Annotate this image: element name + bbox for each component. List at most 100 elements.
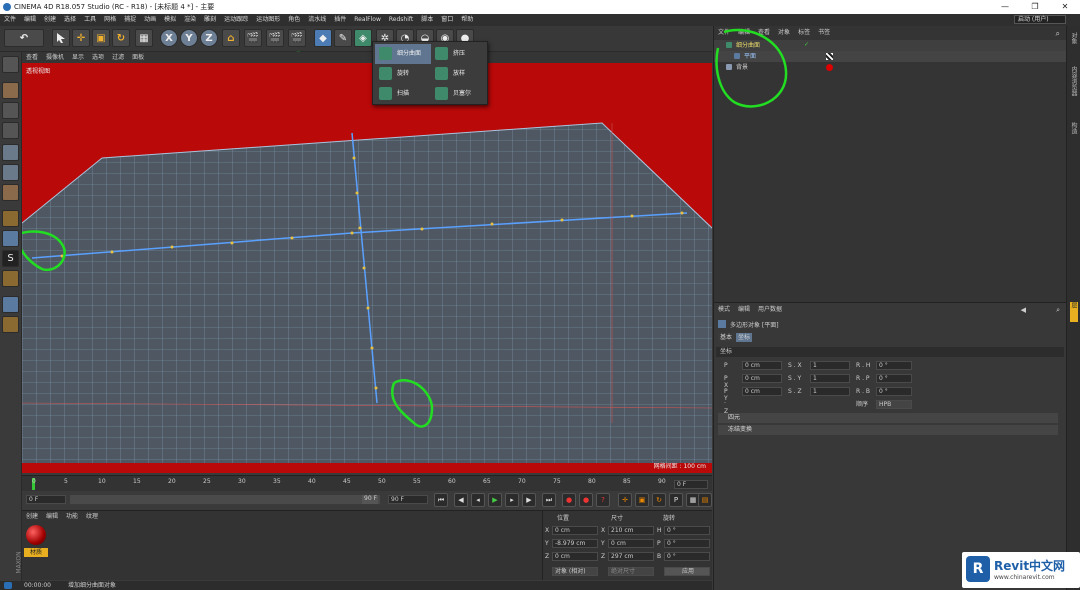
minimize-button[interactable]: — xyxy=(990,0,1020,14)
menu-help[interactable]: 帮助 xyxy=(457,14,477,26)
menu-animate[interactable]: 动画 xyxy=(140,14,160,26)
menu-script[interactable]: 脚本 xyxy=(417,14,437,26)
points-mode-icon[interactable] xyxy=(2,144,19,161)
rotate-icon[interactable]: ↻ xyxy=(112,29,130,47)
close-button[interactable]: ✕ xyxy=(1050,0,1080,14)
undo-button[interactable]: ↶ xyxy=(4,29,44,47)
attr-search-icon[interactable]: ⌕ xyxy=(1056,306,1060,315)
obj-menu-tags[interactable]: 标签 xyxy=(794,26,814,40)
record-keys-icon[interactable]: ● xyxy=(562,493,576,507)
bezier-item[interactable]: 贝塞尔 xyxy=(431,84,487,104)
vp-menu-view[interactable]: 查看 xyxy=(22,52,42,63)
material-tag-icon[interactable] xyxy=(826,64,833,71)
menu-render[interactable]: 渲染 xyxy=(180,14,200,26)
render-picture-viewer-icon[interactable]: 🎬 xyxy=(266,29,284,47)
tab-objects[interactable]: 对象 xyxy=(1070,32,1078,62)
tab-content-browser[interactable]: 内容浏览器 xyxy=(1070,66,1078,116)
menu-character[interactable]: 角色 xyxy=(284,14,304,26)
scale-icon[interactable]: ▣ xyxy=(92,29,110,47)
pen-spline-icon[interactable]: ✎ xyxy=(334,29,352,47)
play-icon[interactable]: ▶ xyxy=(488,493,502,507)
attr-s-y[interactable]: 1 xyxy=(810,374,850,383)
menu-file[interactable]: 文件 xyxy=(0,14,20,26)
polygons-mode-icon[interactable] xyxy=(2,184,19,201)
collapsed-quaternion[interactable]: 四元 xyxy=(718,413,1058,423)
key-position-icon[interactable]: ✛ xyxy=(618,493,632,507)
attr-order-select[interactable]: HPB xyxy=(876,400,912,409)
enable-axis-icon[interactable] xyxy=(2,210,19,227)
render-view-icon[interactable]: 🎬 xyxy=(244,29,262,47)
snap-icon[interactable]: S xyxy=(2,250,19,267)
menu-mesh[interactable]: 网格 xyxy=(100,14,120,26)
coord-size-mode-select[interactable]: 绝对尺寸 xyxy=(608,567,654,576)
tab-basic[interactable]: 基本 xyxy=(718,333,734,342)
recent-tools-icon[interactable]: ▦ xyxy=(135,29,153,47)
object-manager-search-icon[interactable]: ⌕ xyxy=(1056,29,1060,39)
go-to-end-icon[interactable]: ⏭ xyxy=(542,493,556,507)
make-editable-icon[interactable] xyxy=(2,56,19,73)
menu-snap[interactable]: 捕捉 xyxy=(120,14,140,26)
attr-p-z[interactable]: 0 cm xyxy=(742,387,782,396)
vp-menu-options[interactable]: 选项 xyxy=(88,52,108,63)
menu-tools[interactable]: 工具 xyxy=(80,14,100,26)
coord-size-x[interactable]: 210 cm xyxy=(608,526,654,535)
planar-workplane-icon[interactable] xyxy=(2,296,19,313)
mat-menu-edit[interactable]: 编辑 xyxy=(42,511,62,523)
edges-mode-icon[interactable] xyxy=(2,164,19,181)
coordinate-system-icon[interactable]: ⌂ xyxy=(222,29,240,47)
collapsed-freeze-transform[interactable]: 冻结变换 xyxy=(718,425,1058,435)
x-axis-lock-button[interactable]: X xyxy=(160,29,178,47)
menu-select[interactable]: 选择 xyxy=(60,14,80,26)
extrude-item[interactable]: 挤压 xyxy=(431,44,487,64)
attr-r-b[interactable]: 0 ° xyxy=(876,387,912,396)
coord-pos-y[interactable]: -8.979 cm xyxy=(552,539,598,548)
material-label[interactable]: 材质 xyxy=(24,548,48,557)
key-rotation-icon[interactable]: ↻ xyxy=(652,493,666,507)
texture-tag-icon[interactable] xyxy=(826,53,833,60)
current-frame-field[interactable]: 0 F xyxy=(674,480,708,489)
menu-edit[interactable]: 编辑 xyxy=(20,14,40,26)
key-param-icon[interactable]: P xyxy=(669,493,683,507)
key-scale-icon[interactable]: ▣ xyxy=(635,493,649,507)
coord-pos-x[interactable]: 0 cm xyxy=(552,526,598,535)
axis-modification-icon[interactable] xyxy=(2,316,19,333)
z-axis-lock-button[interactable]: Z xyxy=(200,29,218,47)
interface-select[interactable]: 启动 (用户) xyxy=(1014,15,1066,24)
menu-plugins[interactable]: 插件 xyxy=(330,14,350,26)
keyframe-selection-icon[interactable]: ? xyxy=(596,493,610,507)
attr-p-y[interactable]: 0 cm xyxy=(742,374,782,383)
model-mode-icon[interactable] xyxy=(2,82,19,99)
subdivision-surface-item[interactable]: 细分曲面 xyxy=(375,44,431,64)
locked-workplane-icon[interactable] xyxy=(2,270,19,287)
attr-menu-user-data[interactable]: 用户数据 xyxy=(754,303,786,317)
menu-simulate[interactable]: 模拟 xyxy=(160,14,180,26)
coord-rot-b[interactable]: 0 ° xyxy=(664,552,710,561)
attr-r-p[interactable]: 0 ° xyxy=(876,374,912,383)
tab-coordinates[interactable]: 坐标 xyxy=(736,333,752,342)
prev-key-icon[interactable]: ◀ xyxy=(454,493,468,507)
mat-menu-create[interactable]: 创建 xyxy=(22,511,42,523)
menu-realflow[interactable]: RealFlow xyxy=(350,14,385,26)
vp-menu-camera[interactable]: 摄像机 xyxy=(42,52,68,63)
coord-size-z[interactable]: 297 cm xyxy=(608,552,654,561)
menu-pipeline[interactable]: 流水线 xyxy=(304,14,330,26)
next-key-icon[interactable]: ▶ xyxy=(522,493,536,507)
workplane-mode-icon[interactable] xyxy=(2,122,19,139)
attr-menu-mode[interactable]: 模式 xyxy=(714,303,734,317)
tab-layers[interactable]: 层 xyxy=(1070,302,1078,322)
coord-rot-h[interactable]: 0 ° xyxy=(664,526,710,535)
enabled-check-icon[interactable]: ✓ xyxy=(804,41,809,48)
move-icon[interactable]: ✛ xyxy=(72,29,90,47)
autokey-icon[interactable]: ● xyxy=(579,493,593,507)
prev-frame-icon[interactable]: ◂ xyxy=(471,493,485,507)
menu-window[interactable]: 窗口 xyxy=(437,14,457,26)
loft-item[interactable]: 放样 xyxy=(431,64,487,84)
end-frame-field[interactable]: 90 F xyxy=(388,495,428,504)
coord-pos-z[interactable]: 0 cm xyxy=(552,552,598,561)
coord-apply-button[interactable]: 应用 xyxy=(664,567,710,576)
cube-object-icon[interactable]: ◆ xyxy=(314,29,332,47)
lathe-item[interactable]: 旋转 xyxy=(375,64,431,84)
tweak-mode-icon[interactable] xyxy=(2,230,19,247)
coord-rot-p[interactable]: 0 ° xyxy=(664,539,710,548)
menu-create[interactable]: 创建 xyxy=(40,14,60,26)
